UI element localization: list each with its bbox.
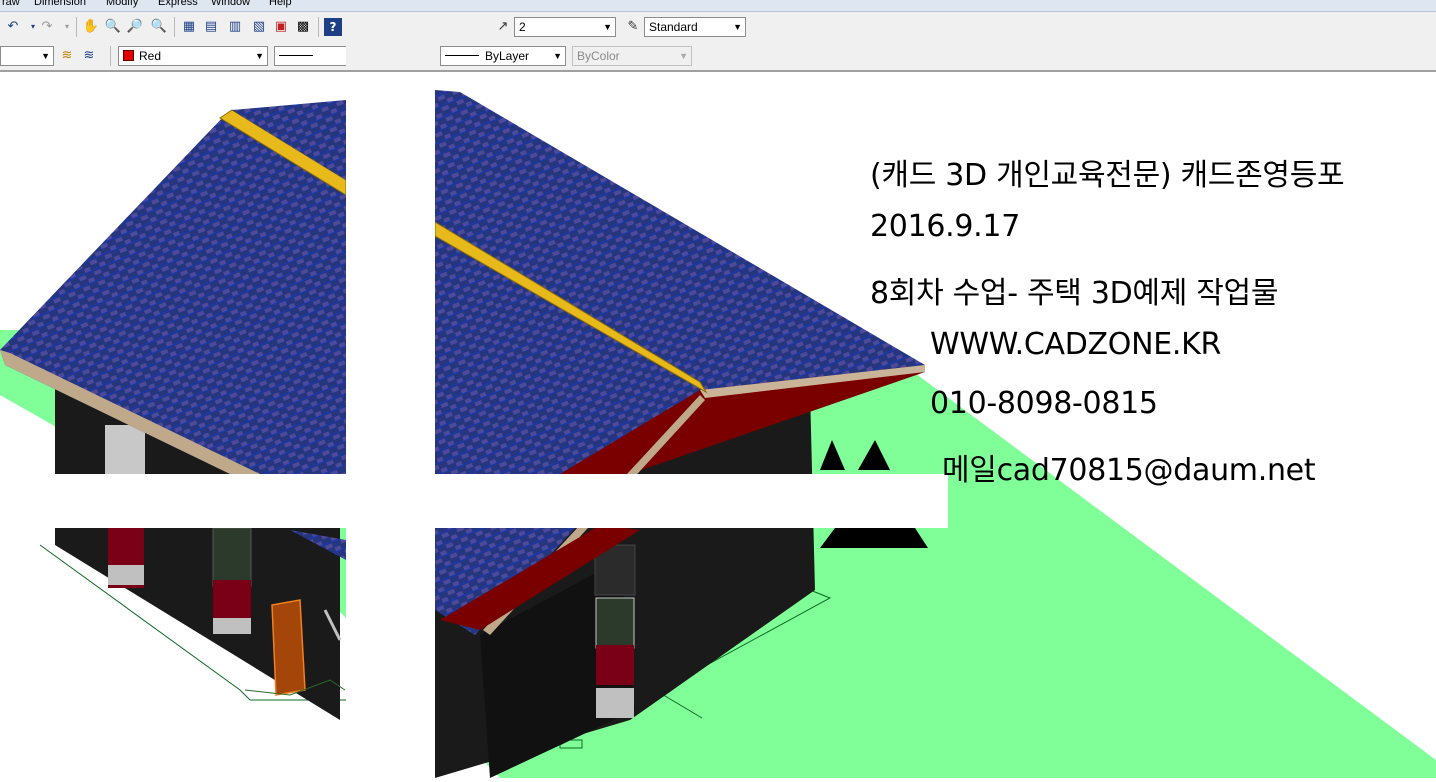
- zoom-window-icon[interactable]: 🔎: [126, 18, 144, 36]
- toolbar-separator: [110, 46, 111, 66]
- pan-icon[interactable]: ✋: [82, 18, 100, 36]
- markup-icon[interactable]: ▣: [272, 18, 290, 36]
- line-sample: [445, 55, 479, 56]
- standard-toolbar: ↶ ▾ ↷ ▾ ✋ 🔍 🔎 🔍 ▦ ▤ ▥ ▧ ▣ ▩ ? ↗ 2 ▼ ✎ St…: [0, 12, 1436, 43]
- lineweight-combo[interactable]: ByLayer ▼: [440, 46, 566, 66]
- menu-dimension[interactable]: Dimension: [34, 0, 86, 8]
- layer-states-icon[interactable]: ≋: [58, 47, 76, 65]
- plotstyle-combo[interactable]: ByColor ▼: [572, 46, 692, 66]
- tool-palettes-icon[interactable]: ▥: [226, 18, 244, 36]
- dimstyle-value: 2: [519, 20, 526, 34]
- redo-dropdown-icon[interactable]: ▾: [58, 18, 76, 36]
- zoom-previous-icon[interactable]: 🔍: [150, 18, 168, 36]
- undo-icon[interactable]: ↶: [4, 18, 22, 36]
- toolbar-separator: [318, 17, 319, 37]
- open-door: [271, 599, 306, 696]
- menu-draw[interactable]: raw: [2, 0, 20, 8]
- textstyle-icon[interactable]: ✎: [624, 18, 642, 36]
- color-value: Red: [139, 49, 162, 63]
- stair-block: [820, 528, 928, 548]
- dimstyle-icon[interactable]: ↗: [494, 18, 512, 36]
- color-combo[interactable]: Red ▼: [118, 46, 268, 66]
- chevron-down-icon: ▼: [733, 22, 742, 32]
- chevron-down-icon: ▼: [679, 51, 688, 61]
- menu-express[interactable]: Express: [158, 0, 198, 8]
- chevron-down-icon: ▼: [255, 51, 264, 61]
- menu-bar: raw Dimension Modify Express Window Help: [0, 0, 1436, 12]
- window-frame: [105, 425, 145, 475]
- linetype-combo-left[interactable]: [274, 46, 346, 66]
- toolbar-separator: [76, 17, 77, 37]
- dimstyle-combo[interactable]: 2 ▼: [514, 17, 616, 37]
- properties-icon[interactable]: ▦: [180, 18, 198, 36]
- menu-window[interactable]: Window: [211, 0, 250, 8]
- canvas-gap-left: [0, 474, 346, 528]
- menu-modify[interactable]: Modify: [106, 0, 138, 8]
- properties-toolbar: ▼ ≋ ≋ Red ▼ ByLayer ▼ ByColor ▼: [0, 42, 1436, 72]
- plotstyle-value: ByColor: [577, 49, 620, 63]
- canvas-gap-vertical: [346, 72, 435, 778]
- calculator-icon[interactable]: ▩: [294, 18, 312, 36]
- help-icon[interactable]: ?: [324, 18, 342, 36]
- annotation-line-email: 메일cad70815@daum.net: [942, 453, 1316, 488]
- layer-combo[interactable]: ▼: [0, 46, 54, 66]
- color-swatch: [123, 50, 134, 61]
- design-center-icon[interactable]: ▤: [202, 18, 220, 36]
- chevron-down-icon: ▼: [41, 51, 50, 61]
- menu-help[interactable]: Help: [269, 0, 292, 8]
- sheet-set-icon[interactable]: ▧: [250, 18, 268, 36]
- annotation-line-website: WWW.CADZONE.KR: [930, 327, 1222, 362]
- textstyle-value: Standard: [649, 20, 698, 34]
- chevron-down-icon: ▼: [553, 51, 562, 61]
- lineweight-value: ByLayer: [485, 49, 530, 63]
- redo-icon[interactable]: ↷: [38, 18, 56, 36]
- line-sample: [279, 55, 313, 56]
- zoom-realtime-icon[interactable]: 🔍: [104, 18, 122, 36]
- chevron-down-icon: ▼: [603, 22, 612, 32]
- annotation-line-phone: 010-8098-0815: [930, 386, 1158, 421]
- annotation-line-lesson: 8회차 수업- 주택 3D예제 작업물: [870, 276, 1279, 311]
- layer-previous-icon[interactable]: ≋: [80, 47, 98, 65]
- toolbar-separator: [174, 17, 175, 37]
- annotation-line-title: (캐드 3D 개인교육전문) 캐드존영등포: [870, 158, 1345, 193]
- annotation-line-date: 2016.9.17: [870, 209, 1020, 244]
- canvas-gap-right: [435, 474, 948, 528]
- textstyle-combo[interactable]: Standard ▼: [644, 17, 746, 37]
